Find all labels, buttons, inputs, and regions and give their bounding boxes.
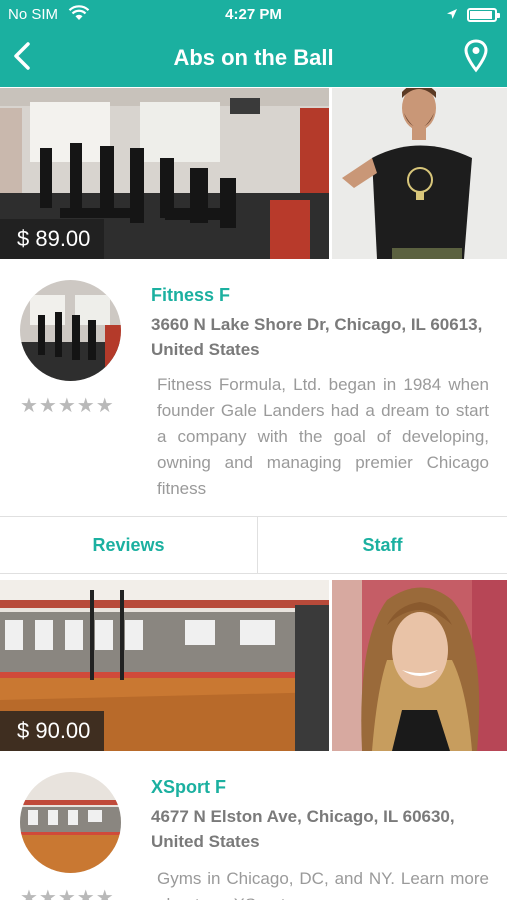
status-bar: No SIM 4:27 PM [0, 0, 507, 30]
top-bar: No SIM 4:27 PM Abs on the Ball [0, 0, 507, 87]
gym-description: Gyms in Chicago, DC, and NY. Learn more … [157, 869, 489, 900]
trainer-photo [332, 88, 507, 259]
battery-icon [467, 8, 500, 22]
gym-avatar [20, 280, 121, 381]
gym-address: 3660 N Lake Shore Dr, Chicago, IL 60613,… [151, 315, 483, 359]
trainer-photo [332, 580, 507, 751]
gym-description: Fitness Formula, Ltd. began in 1984 when… [157, 375, 489, 498]
gym-address: 4677 N Elston Ave, Chicago, IL 60630, Un… [151, 807, 455, 851]
gym-photo: $ 89.00 [0, 88, 329, 259]
page-title: Abs on the Ball [173, 45, 334, 70]
gym-name[interactable]: Fitness F [151, 285, 230, 306]
gym-avatar [20, 772, 121, 873]
gym-name[interactable]: XSport F [151, 777, 226, 798]
price-badge: $ 90.00 [0, 711, 105, 751]
listing-tabs: Reviews Staff [0, 516, 507, 574]
staff-button[interactable]: Staff [258, 517, 507, 574]
listing-info[interactable]: ★★★★★ XSport F 4677 N Elston Ave, Chicag… [0, 752, 507, 900]
map-pin-icon[interactable] [462, 38, 490, 74]
listing-info[interactable]: ★★★★★ Fitness F 3660 N Lake Shore Dr, Ch… [0, 260, 507, 516]
location-arrow-icon [447, 9, 457, 19]
rating-stars: ★★★★★ [20, 887, 115, 900]
gym-photo: $ 90.00 [0, 580, 329, 751]
reviews-button[interactable]: Reviews [0, 517, 258, 574]
listing-image-row[interactable]: $ 89.00 [0, 88, 507, 259]
listing-image-row[interactable]: $ 90.00 [0, 580, 507, 751]
price-badge: $ 89.00 [0, 219, 105, 259]
rating-stars: ★★★★★ [20, 395, 115, 417]
status-time: 4:27 PM [225, 6, 282, 23]
